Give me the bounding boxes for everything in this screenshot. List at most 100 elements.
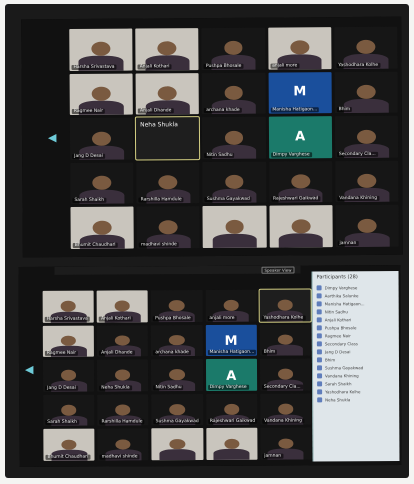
- participant-tile[interactable]: Sushma Gayakwad: [151, 393, 203, 426]
- participant-tile[interactable]: Rarshilla Hamdule: [136, 161, 200, 204]
- participant-name-label: Nitin Sadhu: [153, 384, 184, 391]
- participant-name-label: Manisha Hatigaon...: [270, 107, 320, 113]
- avatar-icon: [316, 348, 322, 354]
- participant-list-item[interactable]: Neha Shukla: [313, 395, 399, 403]
- participant-tile[interactable]: M Manisha Hatigaon...: [205, 324, 257, 357]
- participant-head: [356, 129, 376, 144]
- participant-tile[interactable]: [205, 428, 258, 461]
- participant-tile[interactable]: Sushma Gayakwad: [202, 161, 267, 204]
- participant-head: [115, 369, 131, 381]
- participant-list-name: Dimpy Varghese: [324, 284, 358, 290]
- participant-tile[interactable]: Ragmee Nair: [69, 73, 134, 116]
- participant-head: [92, 175, 112, 191]
- participant-tile[interactable]: Bhim: [334, 71, 398, 114]
- meeting-screen: Speaker View ◀ ▶ Harsha SrivastavaAnjali…: [18, 265, 402, 467]
- speaker-view-button[interactable]: Speaker View: [261, 266, 295, 274]
- participant-tile[interactable]: [269, 205, 333, 248]
- participant-tile[interactable]: Anjali Kothari: [96, 290, 149, 323]
- participant-tile[interactable]: [202, 206, 267, 249]
- participant-tile[interactable]: anjali more: [205, 289, 257, 322]
- participant-tile[interactable]: A Dimpy Varghese: [205, 358, 257, 391]
- participant-head: [225, 219, 245, 234]
- avatar-icon: [317, 372, 323, 378]
- participant-head: [158, 175, 178, 190]
- participant-tile[interactable]: Harsha Srivastava: [42, 290, 94, 323]
- participant-name-label: Harsha Srivastava: [44, 316, 90, 322]
- participant-tile[interactable]: Vandana Khining: [334, 160, 399, 203]
- participant-tile[interactable]: Anjali Dhande: [135, 72, 200, 115]
- participant-list-name: Manisha Hatigaon...: [324, 300, 365, 306]
- participant-name-label: Yashodhara Kolhe: [261, 315, 306, 321]
- participant-tile[interactable]: anjali more: [267, 27, 332, 70]
- participant-name-label: Bhim: [336, 107, 353, 113]
- participant-tile[interactable]: Pushpa Bhosale: [150, 290, 203, 322]
- participant-tile[interactable]: Ragmee Nair: [42, 325, 95, 358]
- participant-list-name: Nitin Sadhu: [324, 308, 348, 314]
- participant-tile[interactable]: madhavi shinde: [97, 428, 149, 461]
- participant-head: [277, 334, 293, 346]
- participant-list-name: Yashodhara Kolhe: [325, 388, 361, 394]
- participant-tile[interactable]: Nitin Sadhu: [202, 116, 266, 159]
- avatar-icon: [316, 300, 322, 306]
- participant-tile[interactable]: Sarah Shaikh: [70, 162, 134, 205]
- participant-tile[interactable]: archana khade: [201, 72, 266, 115]
- participant-tile[interactable]: Vandana Khining: [259, 393, 312, 426]
- prev-page-icon: ◀: [47, 131, 57, 145]
- participant-tile[interactable]: Bhim: [259, 324, 311, 356]
- participant-name-label: Sarah Shaikh: [45, 420, 79, 426]
- participant-tile[interactable]: Secondary Cla...: [259, 358, 312, 391]
- participant-body: [159, 449, 196, 461]
- participant-tile[interactable]: Rajeshwari Gaikwad: [205, 393, 258, 426]
- participant-tile[interactable]: archana khade: [151, 324, 203, 357]
- participant-tile[interactable]: Yashodhara Kolhe: [258, 288, 312, 323]
- participant-tile[interactable]: Jang D Desai: [69, 117, 134, 160]
- participant-name-label: Dimpy Varghese: [207, 384, 249, 390]
- participant-head: [169, 334, 185, 346]
- participant-head: [61, 404, 77, 416]
- participant-name-label: Pushpa Bhosale: [203, 63, 244, 69]
- participant-name-label: archana khade: [204, 107, 242, 114]
- avatar-icon: [317, 388, 323, 394]
- participant-head: [223, 403, 240, 415]
- participant-tile[interactable]: Neha Shukla: [135, 116, 201, 161]
- participant-head: [114, 300, 131, 312]
- participant-tile[interactable]: madhavi shinde: [136, 206, 201, 249]
- participant-head: [223, 438, 240, 450]
- participant-tile[interactable]: Jang D Desai: [42, 359, 95, 392]
- participant-tile[interactable]: Pushpa Bhosale: [201, 27, 266, 70]
- participant-body: [212, 233, 257, 248]
- participant-tile[interactable]: Bhumit Chaudhari: [43, 428, 95, 461]
- participant-name-label: Manisha Hatigaon...: [207, 349, 257, 356]
- participant-body: [278, 233, 324, 248]
- participant-head: [357, 173, 377, 189]
- participant-name-label: Bhim: [261, 349, 278, 355]
- participant-name-label: madhavi shinde: [138, 242, 179, 248]
- participant-tile[interactable]: Bhumit Chaudhari: [70, 206, 134, 249]
- participants-panel-title: Participants (28): [316, 274, 358, 281]
- participant-tile[interactable]: A Dimpy Varghese: [268, 116, 332, 159]
- participant-tile[interactable]: Anjali Kothari: [135, 28, 199, 71]
- participant-tile[interactable]: M Manisha Hatigaon...: [268, 71, 332, 114]
- participant-head: [91, 86, 111, 101]
- participant-tile[interactable]: Rajeshwari Gaikwad: [268, 160, 333, 203]
- participant-head: [224, 85, 244, 100]
- avatar-icon: [316, 284, 322, 290]
- participant-tile[interactable]: Neha Shukla: [97, 359, 149, 392]
- participant-tile[interactable]: Nitin Sadhu: [151, 359, 203, 392]
- participant-tile[interactable]: Sarah Shaikh: [43, 394, 95, 427]
- participant-grid: Harsha Srivastava Anjali Kothari Pushpa Bh…: [69, 26, 399, 249]
- participant-tile[interactable]: Secondary Cla...: [334, 115, 399, 158]
- avatar-icon: [317, 380, 323, 386]
- participant-tile[interactable]: jamnan: [260, 427, 312, 460]
- participant-tile[interactable]: jamnan: [335, 205, 399, 248]
- participant-tile[interactable]: Rarshilla Hamdule: [97, 394, 149, 426]
- avatar-icon: [316, 364, 323, 370]
- participant-name-label: Harsha Srivastava: [71, 64, 117, 70]
- participant-name-label: Anjali Kothari: [98, 315, 133, 322]
- participant-tile[interactable]: [151, 428, 204, 461]
- participant-tile[interactable]: Anjali Dhande: [96, 324, 149, 357]
- participant-head: [277, 299, 293, 311]
- participant-tile[interactable]: Harsha Srivastava: [69, 28, 133, 71]
- participant-tile[interactable]: Yashodhara Kolhe: [334, 26, 398, 69]
- participant-name-label: Yashodhara Kolhe: [336, 62, 381, 68]
